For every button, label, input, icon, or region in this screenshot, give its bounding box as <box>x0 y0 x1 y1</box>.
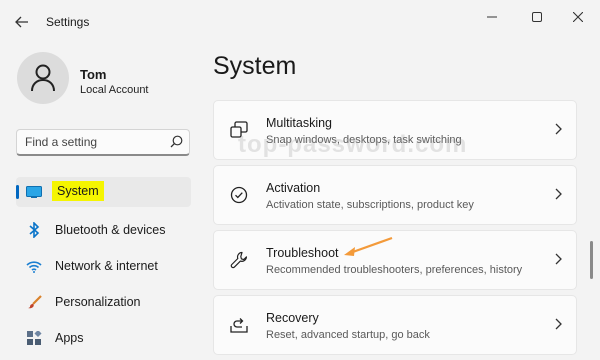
search-icon[interactable] <box>170 135 183 148</box>
app-title: Settings <box>46 15 90 29</box>
card-description: Recommended troubleshooters, preferences… <box>266 264 523 276</box>
card-title: Multitasking <box>266 116 332 130</box>
settings-card-recovery[interactable]: Recovery Reset, advanced startup, go bac… <box>213 295 577 355</box>
search-input[interactable] <box>25 134 165 150</box>
back-arrow-icon <box>15 16 28 28</box>
sidebar-item-personalization[interactable]: Personalization <box>16 285 191 321</box>
sidebar-item-label: Bluetooth & devices <box>55 223 166 237</box>
close-button[interactable] <box>561 6 595 28</box>
page-title: System <box>213 52 297 80</box>
chevron-right-icon <box>555 318 562 330</box>
maximize-button[interactable] <box>520 6 554 28</box>
back-button[interactable] <box>10 10 34 34</box>
watermark: top-password.com <box>238 131 468 158</box>
scrollbar-thumb[interactable] <box>590 241 593 279</box>
sidebar-item-network[interactable]: Network & internet <box>16 249 191 285</box>
sidebar-item-label: Apps <box>55 331 84 345</box>
card-description: Reset, advanced startup, go back <box>266 329 430 341</box>
recovery-icon <box>230 316 248 334</box>
annotation-arrow-icon <box>344 236 393 256</box>
minimize-icon <box>487 16 497 18</box>
sidebar-item-system[interactable]: System <box>16 177 191 207</box>
wrench-icon <box>230 251 248 269</box>
brush-icon <box>26 294 42 310</box>
maximize-icon <box>532 12 542 22</box>
chevron-right-icon <box>555 253 562 265</box>
card-title: Troubleshoot <box>266 246 339 260</box>
sidebar-item-bluetooth[interactable]: Bluetooth & devices <box>16 213 191 249</box>
user-icon <box>31 64 55 92</box>
sidebar-item-apps[interactable]: Apps <box>16 321 191 357</box>
sidebar-nav: System Bluetooth & devices Network & int… <box>16 177 191 357</box>
close-icon <box>573 12 583 22</box>
bluetooth-icon <box>26 222 42 238</box>
activation-check-icon <box>230 186 248 204</box>
minimize-button[interactable] <box>475 6 509 28</box>
selection-indicator <box>16 185 19 199</box>
title-bar: Settings <box>0 0 600 40</box>
avatar <box>17 52 69 104</box>
sidebar-item-label: Personalization <box>55 295 141 309</box>
wifi-icon <box>26 258 42 274</box>
search-box[interactable] <box>16 129 190 156</box>
account-type: Local Account <box>80 84 149 96</box>
card-description: Activation state, subscriptions, product… <box>266 199 474 211</box>
card-title: Recovery <box>266 311 319 325</box>
apps-icon <box>26 330 42 346</box>
sidebar-item-label: Network & internet <box>55 259 158 273</box>
card-title: Activation <box>266 181 321 195</box>
chevron-right-icon <box>555 188 562 200</box>
user-name: Tom <box>80 67 107 82</box>
sidebar-item-label: System <box>52 181 104 201</box>
system-display-icon <box>26 184 42 200</box>
chevron-right-icon <box>555 123 562 135</box>
settings-card-activation[interactable]: Activation Activation state, subscriptio… <box>213 165 577 225</box>
